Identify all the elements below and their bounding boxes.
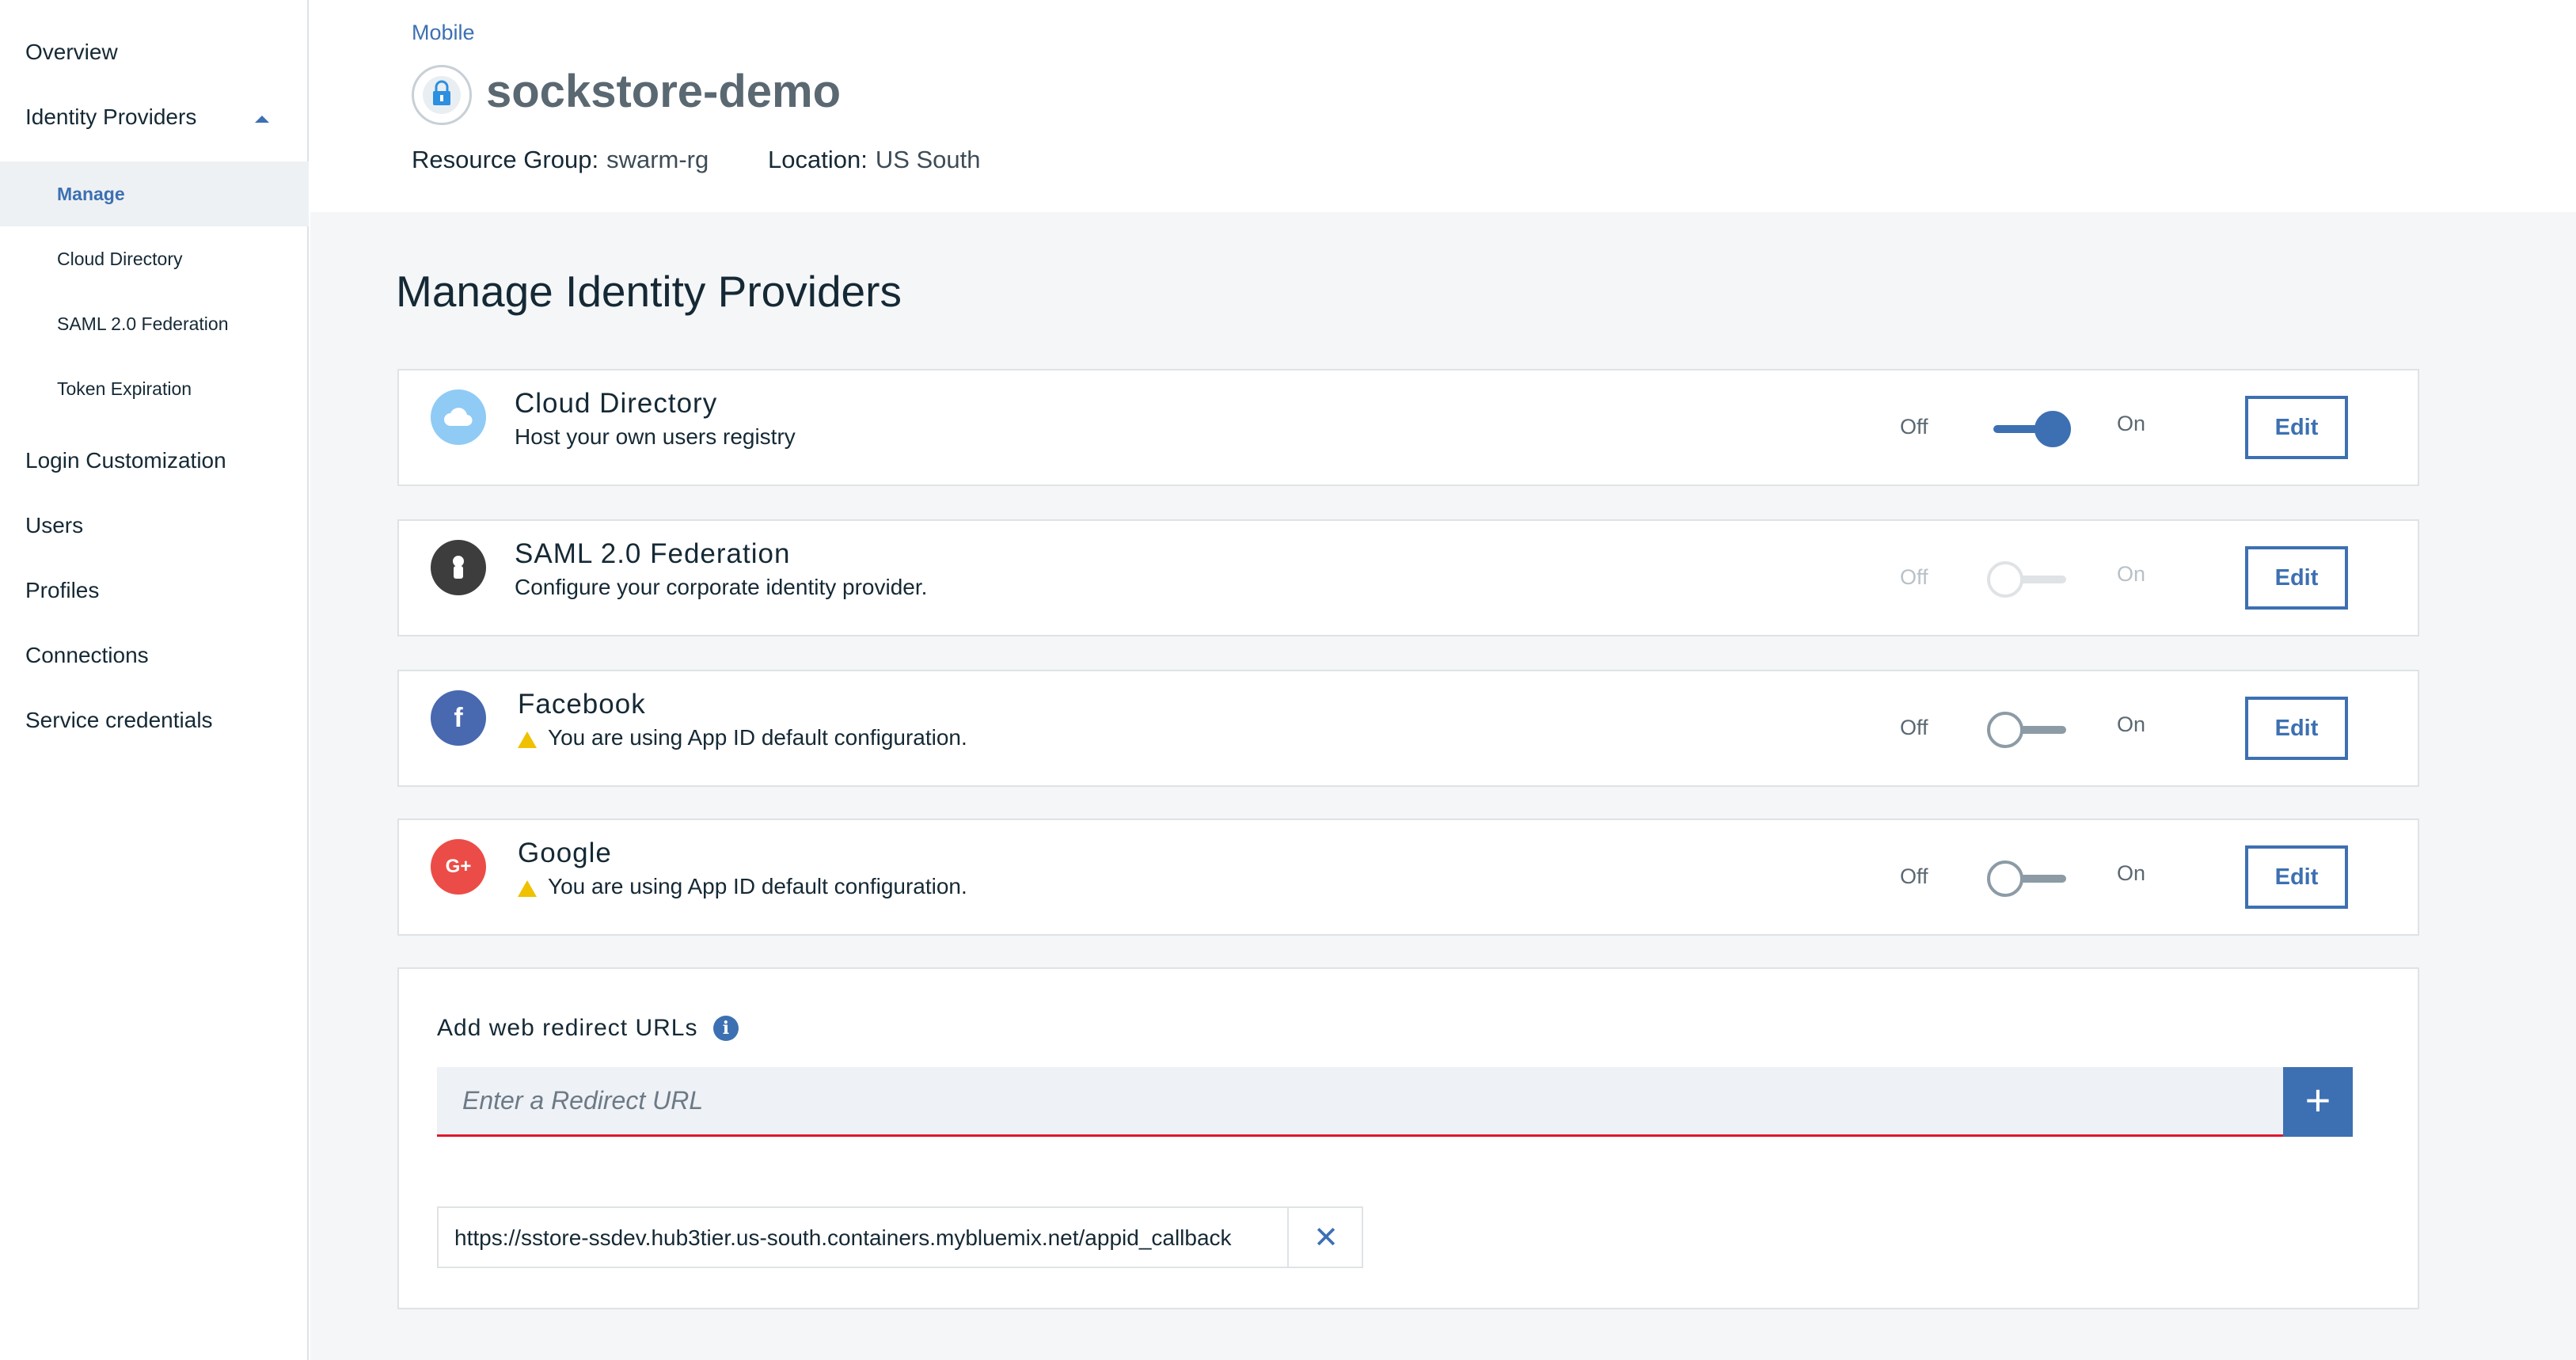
edit-button[interactable]: Edit bbox=[2245, 546, 2348, 610]
provider-toggle[interactable] bbox=[1987, 709, 2069, 750]
sidebar-item-cloud-directory[interactable]: Cloud Directory bbox=[57, 249, 183, 270]
sidebar-item-overview[interactable]: Overview bbox=[25, 40, 118, 65]
section-title: Manage Identity Providers bbox=[396, 267, 902, 316]
page-title: sockstore-demo bbox=[486, 66, 842, 117]
provider-description: You are using App ID default configurati… bbox=[548, 874, 967, 898]
sidebar-item-service-credentials[interactable]: Service credentials bbox=[25, 708, 213, 733]
location-value: US South bbox=[875, 146, 981, 173]
provider-card-cloud-directory: Cloud Directory Host your own users regi… bbox=[397, 369, 2419, 486]
resource-group: Resource Group: swarm-rg bbox=[412, 146, 709, 174]
chevron-up-icon[interactable] bbox=[255, 116, 269, 123]
redirect-url-text: https://sstore-ssdev.hub3tier.us-south.c… bbox=[454, 1225, 1232, 1250]
sidebar-item-token-expiration[interactable]: Token Expiration bbox=[57, 378, 192, 400]
warning-icon bbox=[518, 879, 537, 897]
provider-warning: You are using App ID default configurati… bbox=[518, 874, 967, 899]
edit-button[interactable]: Edit bbox=[2245, 845, 2348, 909]
google-plus-icon: G+ bbox=[431, 839, 486, 895]
redirect-url-item: https://sstore-ssdev.hub3tier.us-south.c… bbox=[437, 1206, 1363, 1268]
resource-group-label: Resource Group: bbox=[412, 146, 599, 173]
provider-card-google: G+ Google You are using App ID default c… bbox=[397, 819, 2419, 936]
provider-toggle[interactable] bbox=[1987, 559, 2069, 600]
page-header: Mobile sockstore-demo Resource Group: swa… bbox=[310, 0, 2576, 212]
redirect-urls-heading: Add web redirect URLs i bbox=[437, 1015, 739, 1042]
sidebar-item-saml[interactable]: SAML 2.0 Federation bbox=[57, 313, 229, 335]
toggle-off-label: Off bbox=[1900, 565, 1928, 589]
redirect-urls-card: Add web redirect URLs i + https://sstore… bbox=[397, 967, 2419, 1309]
toggle-on-label: On bbox=[2117, 562, 2146, 586]
provider-name: Cloud Directory bbox=[515, 388, 718, 419]
edit-button[interactable]: Edit bbox=[2245, 697, 2348, 760]
resource-group-value: swarm-rg bbox=[606, 146, 709, 173]
facebook-icon: f bbox=[431, 690, 486, 746]
toggle-off-label: Off bbox=[1900, 415, 1928, 439]
sidebar-item-manage[interactable]: Manage bbox=[57, 184, 125, 205]
sidebar-item-identity-providers[interactable]: Identity Providers bbox=[25, 104, 196, 130]
toggle-on-label: On bbox=[2117, 861, 2146, 885]
provider-description: You are using App ID default configurati… bbox=[548, 725, 967, 750]
add-url-button[interactable]: + bbox=[2283, 1067, 2353, 1137]
warning-icon bbox=[518, 731, 537, 748]
location: Location: US South bbox=[768, 146, 981, 174]
redirect-url-input[interactable] bbox=[437, 1067, 2283, 1137]
sidebar-item-profiles[interactable]: Profiles bbox=[25, 578, 99, 603]
provider-card-saml: SAML 2.0 Federation Configure your corpo… bbox=[397, 519, 2419, 636]
edit-button[interactable]: Edit bbox=[2245, 396, 2348, 459]
info-icon[interactable]: i bbox=[713, 1016, 739, 1041]
sidebar-item-login-customization[interactable]: Login Customization bbox=[25, 448, 226, 473]
provider-description: Host your own users registry bbox=[515, 424, 796, 449]
sidebar-item-connections[interactable]: Connections bbox=[25, 643, 149, 668]
toggle-off-label: Off bbox=[1900, 716, 1928, 739]
toggle-on-label: On bbox=[2117, 412, 2146, 435]
sidebar-item-users[interactable]: Users bbox=[25, 513, 83, 538]
toggle-on-label: On bbox=[2117, 712, 2146, 736]
cloud-icon bbox=[431, 389, 486, 445]
sidebar-active-highlight bbox=[0, 161, 309, 226]
location-label: Location: bbox=[768, 146, 868, 173]
breadcrumb[interactable]: Mobile bbox=[412, 21, 475, 45]
app-id-icon bbox=[412, 65, 472, 125]
toggle-off-label: Off bbox=[1900, 864, 1928, 888]
provider-toggle[interactable] bbox=[1987, 408, 2071, 450]
provider-description: Configure your corporate identity provid… bbox=[515, 575, 928, 599]
main-content: Manage Identity Providers Cloud Director… bbox=[310, 212, 2576, 1360]
user-icon bbox=[431, 540, 486, 595]
redirect-urls-title: Add web redirect URLs bbox=[437, 1015, 698, 1041]
provider-name: Facebook bbox=[518, 689, 646, 720]
provider-name: Google bbox=[518, 838, 612, 868]
sidebar: Overview Identity Providers Manage Cloud… bbox=[0, 0, 309, 1360]
provider-name: SAML 2.0 Federation bbox=[515, 538, 791, 569]
provider-warning: You are using App ID default configurati… bbox=[518, 725, 967, 750]
close-icon[interactable]: ✕ bbox=[1287, 1208, 1363, 1267]
provider-toggle[interactable] bbox=[1987, 858, 2069, 899]
provider-card-facebook: f Facebook You are using App ID default … bbox=[397, 670, 2419, 787]
